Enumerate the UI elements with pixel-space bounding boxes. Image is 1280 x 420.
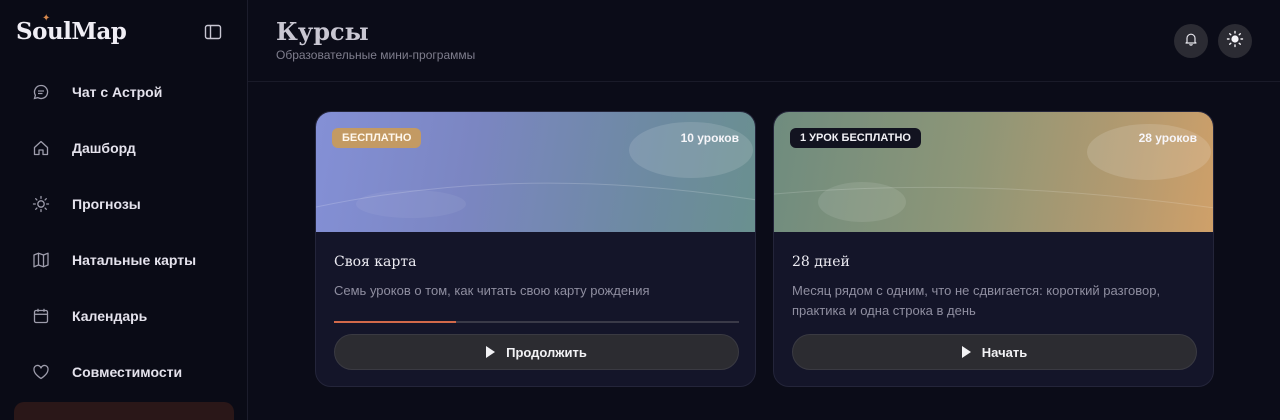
course-description: Семь уроков о том, как читать свою карту… (334, 283, 650, 298)
map-icon (32, 251, 50, 269)
play-icon (486, 346, 496, 358)
start-button-label: Начать (981, 344, 1028, 360)
course-title: Своя карта (334, 254, 417, 270)
course-card[interactable]: 1 УРОК БЕСПЛАТНО 28 уроков 28 дней Месяц… (773, 111, 1214, 387)
sidebar-item-label: Дашборд (72, 140, 136, 156)
course-description: Месяц рядом с одним, что не сдвигается: … (792, 283, 1161, 318)
sidebar-item-calendar[interactable]: Календарь (0, 288, 247, 344)
logo-star-icon: ✦ (42, 13, 51, 24)
sidebar-item-label: Календарь (72, 308, 148, 324)
sidebar-item-compatibility[interactable]: Совместимости (0, 344, 247, 400)
course-cover: БЕСПЛАТНО 10 уроков (316, 112, 755, 232)
free-lesson-badge: 1 УРОК БЕСПЛАТНО (790, 128, 921, 148)
continue-button-label: Продолжить (506, 344, 587, 360)
sidebar: SoulMap ✦ Чат с Астрой Дашборд Прогнозы (0, 0, 248, 420)
theme-toggle-button[interactable] (1218, 24, 1252, 58)
continue-button[interactable]: Продолжить (334, 334, 739, 370)
page-header: Курсы Образовательные мини-программы (248, 0, 1280, 82)
sidebar-item-label: Натальные карты (72, 252, 197, 268)
sidebar-toggle-icon[interactable] (204, 24, 224, 42)
course-progress-fill (334, 321, 456, 323)
sidebar-item-label: Чат с Астрой (72, 84, 163, 100)
page-title: Курсы (276, 17, 369, 46)
sidebar-item-chat[interactable]: Чат с Астрой (0, 64, 247, 120)
lessons-count: 10 уроков (680, 131, 739, 145)
sidebar-nav: Чат с Астрой Дашборд Прогнозы Натальные … (0, 64, 247, 400)
sidebar-item-partial[interactable] (14, 402, 234, 420)
sidebar-item-natal-charts[interactable]: Натальные карты (0, 232, 247, 288)
course-card[interactable]: БЕСПЛАТНО 10 уроков Своя карта Семь урок… (315, 111, 756, 387)
chat-icon (32, 83, 50, 101)
sun-icon (1226, 30, 1244, 53)
heart-icon (32, 363, 50, 381)
course-cover: 1 УРОК БЕСПЛАТНО 28 уроков (774, 112, 1213, 232)
notifications-button[interactable] (1174, 24, 1208, 58)
calendar-icon (32, 307, 50, 325)
home-icon (32, 139, 50, 157)
sidebar-item-dashboard[interactable]: Дашборд (0, 120, 247, 176)
lessons-count: 28 уроков (1138, 131, 1197, 145)
course-title: 28 дней (792, 254, 850, 270)
play-icon (961, 346, 971, 358)
course-progress-bar (334, 321, 739, 323)
sidebar-item-forecasts[interactable]: Прогнозы (0, 176, 247, 232)
app-logo[interactable]: SoulMap (16, 18, 127, 45)
free-badge: БЕСПЛАТНО (332, 128, 422, 148)
sidebar-item-label: Совместимости (72, 364, 183, 380)
page-subtitle: Образовательные мини-программы (276, 48, 476, 62)
sun-icon (32, 195, 50, 213)
start-button[interactable]: Начать (792, 334, 1197, 370)
bell-icon (1184, 32, 1198, 51)
sidebar-item-label: Прогнозы (72, 196, 141, 212)
